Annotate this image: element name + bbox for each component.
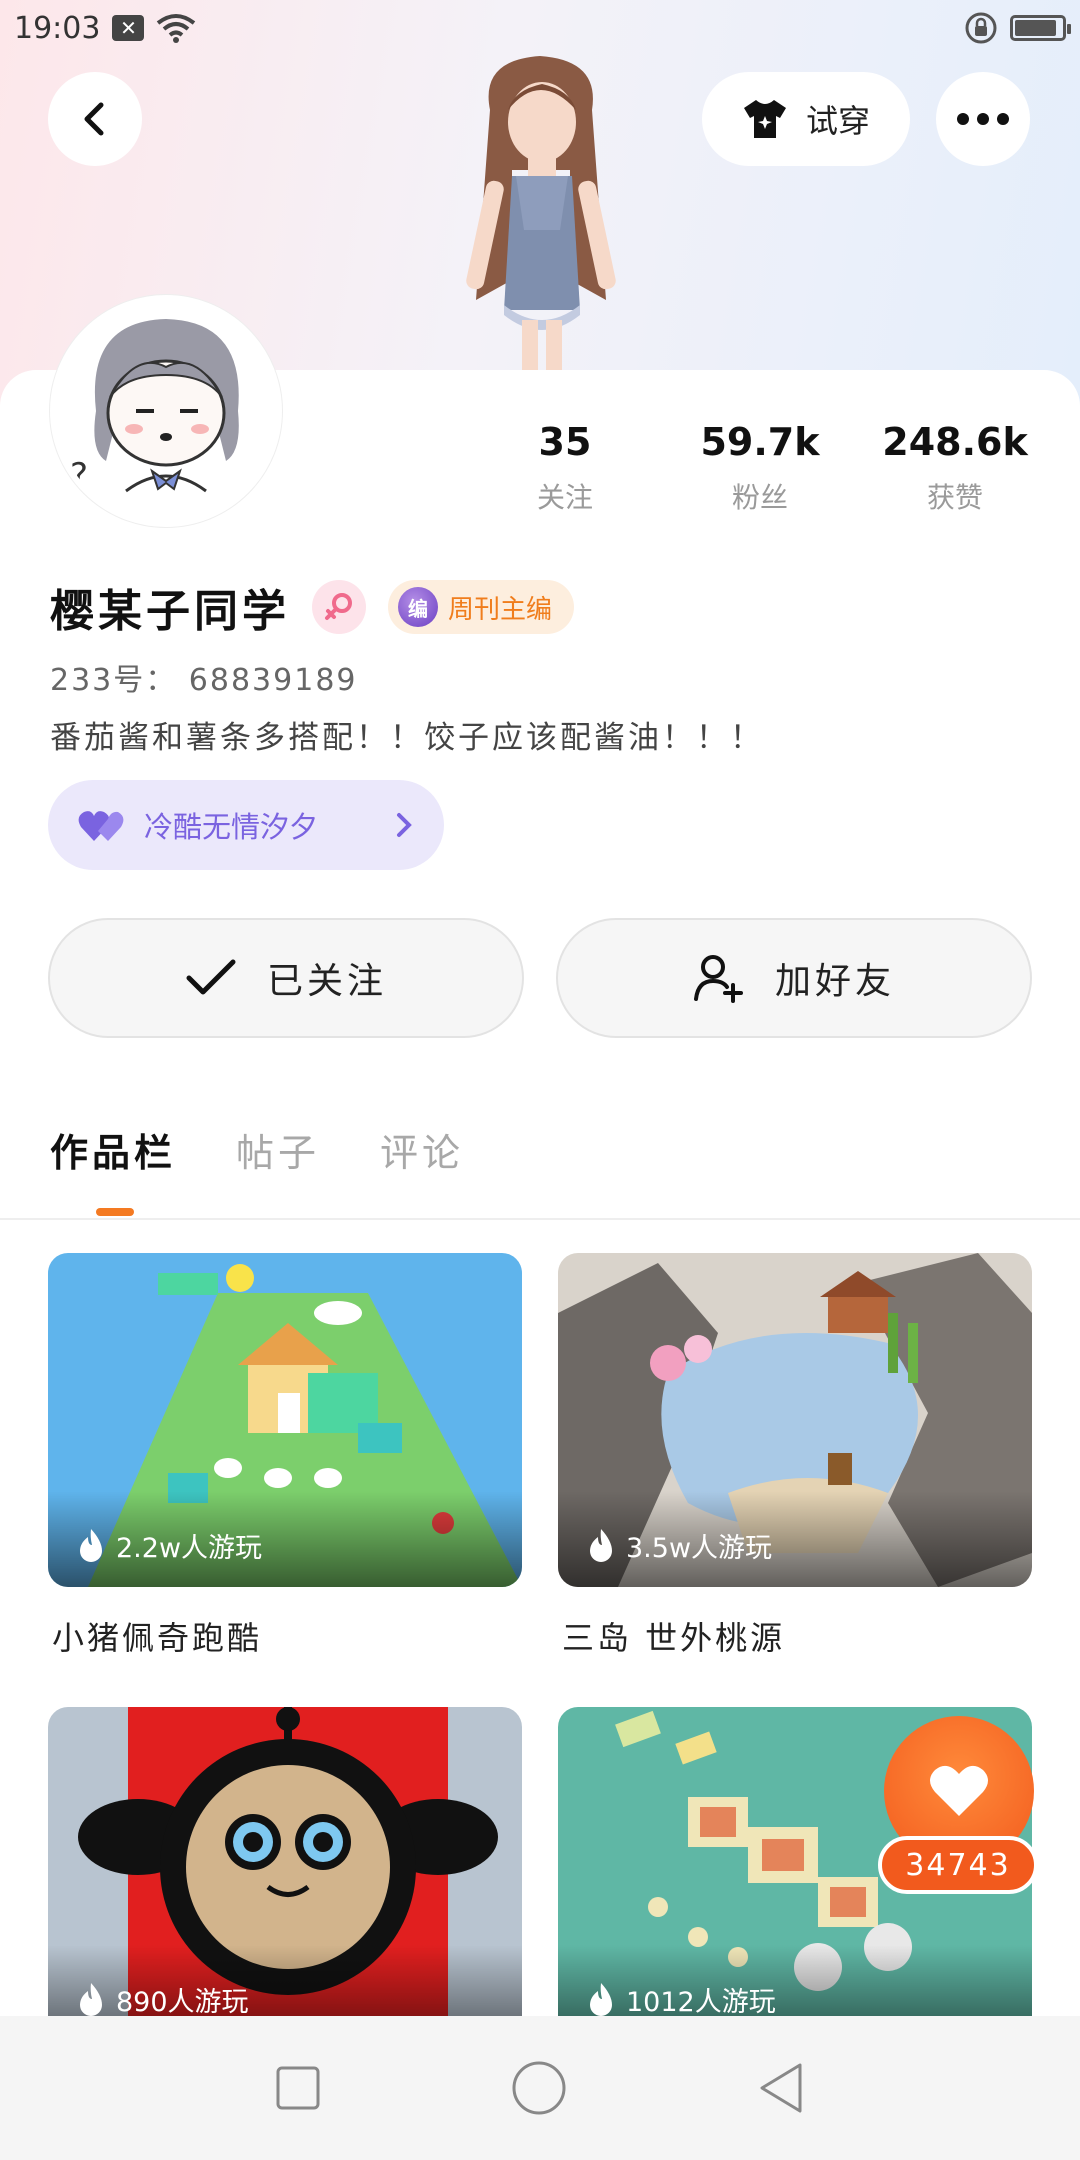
stat-following[interactable]: 35 关注 bbox=[470, 420, 660, 516]
work-title: 小猪佩奇跑酷 bbox=[52, 1619, 263, 1657]
like-floating-button[interactable]: 34743 bbox=[878, 1716, 1038, 1894]
battery-icon bbox=[1010, 15, 1071, 41]
stat-likes[interactable]: 248.6k 获赞 bbox=[860, 420, 1050, 516]
play-count-label: 890人游玩 bbox=[116, 1987, 249, 2018]
stat-value: 248.6k bbox=[882, 420, 1028, 464]
username: 樱某子同学 bbox=[50, 586, 290, 637]
stats-row: 35 关注 59.7k 粉丝 248.6k 获赞 bbox=[470, 420, 1050, 516]
recent-apps-icon[interactable] bbox=[274, 2064, 322, 2112]
female-icon bbox=[312, 580, 366, 634]
add-user-icon bbox=[693, 955, 743, 1003]
stat-followers[interactable]: 59.7k 粉丝 bbox=[665, 420, 855, 516]
relation-label: 冷酷无情汐夕 bbox=[144, 810, 319, 844]
editor-badge-label: 周刊主编 bbox=[448, 594, 553, 625]
try-on-label: 试穿 bbox=[805, 102, 870, 140]
work-card[interactable]: 3.5w人游玩 三岛 世外桃源 bbox=[558, 1253, 1032, 1659]
editor-badge[interactable]: 编 周刊主编 bbox=[388, 580, 575, 634]
rotation-lock-icon bbox=[965, 12, 997, 44]
tab-comments[interactable]: 评论 bbox=[380, 1122, 464, 1177]
relation-chip[interactable]: 冷酷无情汐夕 bbox=[48, 780, 444, 870]
more-dots-icon bbox=[957, 113, 1009, 125]
notification-x-icon: ✕ bbox=[112, 15, 145, 41]
stat-label: 关注 bbox=[536, 481, 593, 514]
status-time: 19:03 bbox=[14, 10, 101, 46]
status-bar: 19:03 ✕ bbox=[0, 0, 1080, 56]
add-friend-button[interactable]: 加好友 bbox=[556, 918, 1032, 1038]
play-count-label: 1012人游玩 bbox=[626, 1987, 776, 2018]
name-row: 樱某子同学 编 周刊主编 bbox=[50, 575, 575, 639]
back-triangle-icon[interactable] bbox=[756, 2061, 806, 2115]
tab-indicator bbox=[96, 1208, 134, 1216]
stat-value: 59.7k bbox=[700, 420, 820, 464]
more-button[interactable] bbox=[936, 72, 1030, 166]
play-count-label: 3.5w人游玩 bbox=[626, 1533, 773, 1564]
following-button[interactable]: 已关注 bbox=[48, 918, 524, 1038]
tab-posts[interactable]: 帖子 bbox=[236, 1122, 320, 1177]
work-card[interactable]: 890人游玩 bbox=[48, 1707, 522, 2041]
play-count: 3.5w人游玩 bbox=[558, 1491, 1032, 1587]
like-count: 34743 bbox=[878, 1836, 1038, 1894]
following-label: 已关注 bbox=[266, 961, 387, 1002]
divider bbox=[0, 1218, 1080, 1220]
flame-icon bbox=[590, 1983, 612, 2016]
system-nav-bar bbox=[0, 2016, 1080, 2160]
work-card[interactable]: 2.2w人游玩 小猪佩奇跑酷 bbox=[48, 1253, 522, 1659]
avatar[interactable]: ? bbox=[50, 295, 282, 527]
user-id: 233号： 68839189 bbox=[50, 663, 358, 698]
double-heart-icon bbox=[78, 811, 124, 841]
editor-badge-icon: 编 bbox=[398, 587, 438, 627]
work-title: 三岛 世外桃源 bbox=[562, 1619, 786, 1657]
avatar-character-illustration bbox=[420, 50, 660, 380]
chevron-right-icon bbox=[397, 813, 412, 837]
profile-tabs: 作品栏 帖子 评论 bbox=[50, 1122, 464, 1177]
check-icon bbox=[186, 959, 236, 995]
chevron-left-icon bbox=[84, 102, 104, 136]
stat-value: 35 bbox=[538, 420, 592, 464]
home-icon[interactable] bbox=[511, 2060, 567, 2116]
work-thumbnail: 2.2w人游玩 bbox=[48, 1253, 522, 1587]
status-left: 19:03 ✕ bbox=[14, 11, 196, 46]
bio: 番茄酱和薯条多搭配！！饺子应该配酱油！！！ bbox=[50, 720, 764, 756]
flame-icon bbox=[80, 1983, 102, 2016]
add-friend-label: 加好友 bbox=[774, 961, 895, 1002]
tab-works[interactable]: 作品栏 bbox=[50, 1122, 176, 1177]
stat-label: 粉丝 bbox=[731, 481, 788, 514]
flame-icon bbox=[590, 1529, 612, 1562]
status-right bbox=[964, 11, 1071, 45]
work-thumbnail: 3.5w人游玩 bbox=[558, 1253, 1032, 1587]
tshirt-icon bbox=[743, 100, 786, 138]
try-on-button[interactable]: 试穿 bbox=[702, 72, 910, 166]
flame-icon bbox=[80, 1529, 102, 1562]
stat-label: 获赞 bbox=[926, 481, 983, 514]
work-thumbnail: 890人游玩 bbox=[48, 1707, 522, 2041]
wifi-icon bbox=[157, 14, 196, 43]
play-count: 2.2w人游玩 bbox=[48, 1491, 522, 1587]
play-count-label: 2.2w人游玩 bbox=[116, 1533, 263, 1564]
back-button[interactable] bbox=[48, 72, 142, 166]
